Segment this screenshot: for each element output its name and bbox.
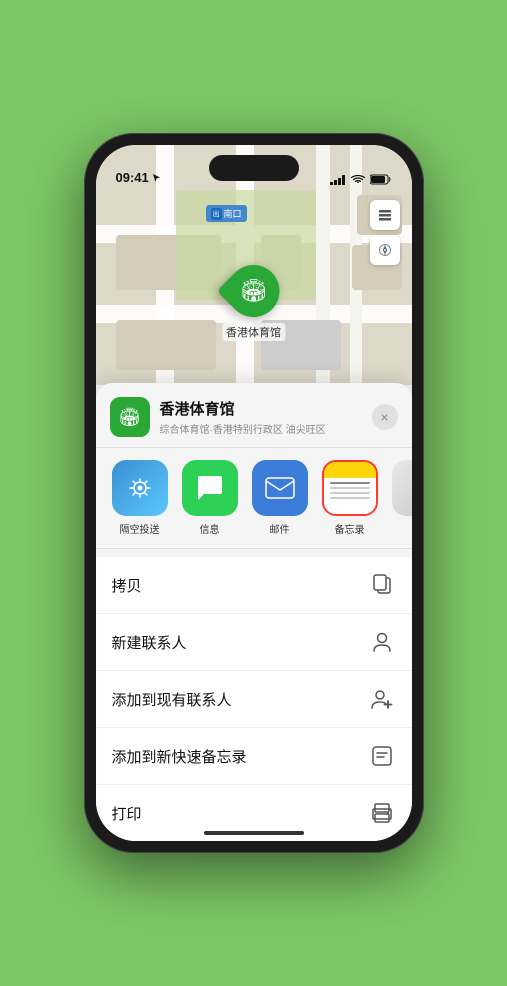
note-svg-icon [372, 746, 392, 766]
signal-icon [330, 175, 346, 185]
phone-screen: 09:41 [96, 145, 412, 841]
share-item-mail[interactable]: 邮件 [250, 460, 310, 536]
status-icons [330, 174, 392, 185]
copy-icon [368, 571, 396, 599]
venue-subtitle: 综合体育馆·香港特别行政区 油尖旺区 [160, 421, 372, 436]
map-exit-label: 出 南口 [206, 205, 247, 222]
close-button[interactable]: × [372, 404, 398, 430]
share-item-airdrop[interactable]: 隔空投送 [110, 460, 170, 536]
share-scroll[interactable]: 隔空投送 信息 [96, 448, 412, 549]
sheet-header: 🏟 香港体育馆 综合体育馆·香港特别行政区 油尖旺区 × [96, 397, 412, 448]
print-label: 打印 [112, 803, 142, 824]
notes-icon-wrap[interactable] [322, 460, 378, 516]
new-contact-label: 新建联系人 [112, 632, 187, 653]
person-plus-svg-icon [371, 688, 393, 710]
mail-icon [264, 476, 296, 500]
print-svg-icon [371, 803, 393, 823]
location-pin: 🏟 香港体育馆 [222, 265, 285, 341]
action-new-contact[interactable]: 新建联系人 [96, 614, 412, 671]
dynamic-island [209, 155, 299, 181]
mail-label: 邮件 [270, 521, 290, 536]
note-icon [368, 742, 396, 770]
venue-icon: 🏟 [110, 397, 150, 437]
copy-label: 拷贝 [112, 575, 142, 596]
location-arrow-icon [152, 173, 161, 183]
status-time: 09:41 [116, 170, 161, 185]
action-add-existing[interactable]: 添加到现有联系人 [96, 671, 412, 728]
message-icon-wrap[interactable] [182, 460, 238, 516]
airdrop-icon-wrap[interactable] [112, 460, 168, 516]
person-plus-icon [368, 685, 396, 713]
wifi-icon [351, 174, 365, 185]
phone-frame: 09:41 [84, 133, 424, 853]
notes-label: 备忘录 [335, 521, 365, 536]
share-item-more[interactable]: 推 [390, 460, 412, 536]
airdrop-icon [125, 473, 155, 503]
message-label: 信息 [200, 521, 220, 536]
share-item-notes[interactable]: 备忘录 [320, 460, 380, 536]
person-icon [368, 628, 396, 656]
airdrop-label: 隔空投送 [120, 521, 160, 536]
print-icon [368, 799, 396, 827]
map-controls [370, 200, 400, 265]
action-add-note[interactable]: 添加到新快速备忘录 [96, 728, 412, 785]
time-display: 09:41 [116, 170, 149, 185]
venue-name: 香港体育馆 [160, 398, 372, 419]
add-existing-label: 添加到现有联系人 [112, 689, 232, 710]
share-item-message[interactable]: 信息 [180, 460, 240, 536]
location-button[interactable] [370, 235, 400, 265]
bottom-sheet: 🏟 香港体育馆 综合体育馆·香港特别行政区 油尖旺区 × [96, 383, 412, 841]
person-svg-icon [372, 631, 392, 653]
more-icon-wrap[interactable] [392, 460, 412, 516]
message-icon [194, 472, 226, 504]
pin-label: 香港体育馆 [222, 323, 285, 341]
add-note-label: 添加到新快速备忘录 [112, 746, 247, 767]
action-copy[interactable]: 拷贝 [96, 557, 412, 614]
mail-icon-wrap[interactable] [252, 460, 308, 516]
layers-icon [377, 207, 393, 223]
venue-info: 香港体育馆 综合体育馆·香港特别行政区 油尖旺区 [160, 398, 372, 436]
battery-icon [370, 174, 392, 185]
copy-svg-icon [372, 574, 392, 596]
home-indicator [204, 831, 304, 835]
map-layers-button[interactable] [370, 200, 400, 230]
action-list: 拷贝 新建联系人 [96, 557, 412, 841]
compass-icon [378, 243, 392, 257]
